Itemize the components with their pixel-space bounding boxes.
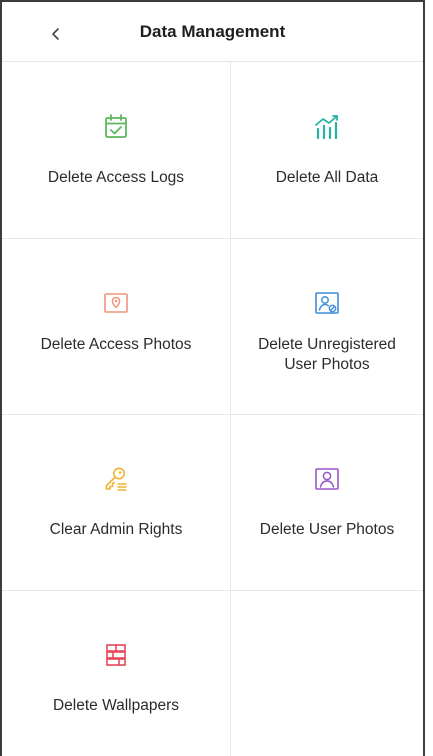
tile-label: Delete Wallpapers [52, 697, 180, 714]
chart-trend-icon [310, 110, 344, 144]
tile-label: Clear Admin Rights [49, 521, 183, 538]
tile-label: Delete Access Photos [40, 336, 192, 353]
calendar-check-icon [99, 110, 133, 144]
user-photo-icon [310, 462, 344, 496]
tile-clear-admin-rights[interactable]: Clear Admin Rights [2, 414, 230, 590]
user-photo-blocked-icon [310, 286, 344, 320]
tile-delete-access-logs[interactable]: Delete Access Logs [2, 62, 230, 238]
device-frame: Data Management Delete Access Logs Delet… [0, 0, 433, 756]
page-title: Data Management [139, 22, 286, 41]
data-management-screen: Data Management Delete Access Logs Delet… [0, 0, 425, 756]
tile-delete-access-photos[interactable]: Delete Access Photos [2, 238, 230, 414]
tile-label: Delete All Data [275, 169, 379, 186]
location-photo-icon [99, 286, 133, 320]
tile-delete-user-photos[interactable]: Delete User Photos [231, 414, 423, 590]
tile-delete-wallpapers[interactable]: Delete Wallpapers [2, 590, 230, 756]
key-list-icon [99, 462, 133, 496]
wallpaper-brick-icon [99, 638, 133, 672]
tile-delete-unregistered-user-photos[interactable]: Delete Unregistered User Photos [231, 238, 423, 414]
header-bar: Data Management [2, 0, 423, 62]
tile-delete-all-data[interactable]: Delete All Data [231, 62, 423, 238]
tile-label: Delete Access Logs [47, 169, 185, 186]
tile-label: Delete User Photos [259, 521, 395, 538]
tile-label: Delete Unregistered User Photos [258, 336, 396, 373]
